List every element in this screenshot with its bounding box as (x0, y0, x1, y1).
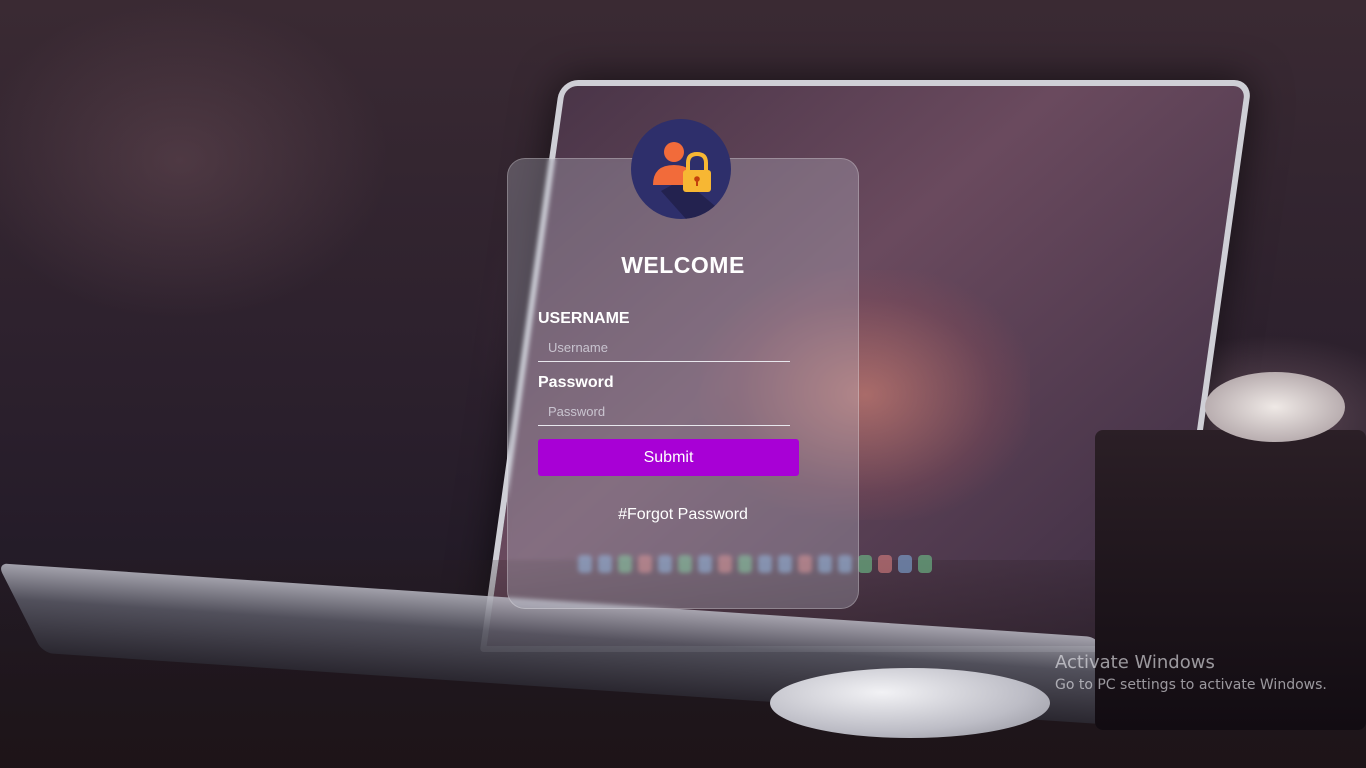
watermark-subtitle: Go to PC settings to activate Windows. (1055, 677, 1327, 693)
password-label: Password (538, 374, 614, 391)
activate-windows-watermark: Activate Windows Go to PC settings to ac… (1055, 652, 1327, 693)
cup-contents-image (1205, 372, 1345, 442)
mouse-image (770, 668, 1050, 738)
user-lock-icon (631, 119, 731, 219)
username-label: USERNAME (538, 310, 630, 327)
forgot-password-link[interactable]: #Forgot Password (507, 506, 859, 524)
password-input[interactable] (538, 398, 790, 426)
welcome-title: WELCOME (621, 252, 745, 278)
submit-button[interactable]: Submit (538, 439, 799, 476)
username-input[interactable] (538, 334, 790, 362)
watermark-title: Activate Windows (1055, 652, 1215, 673)
